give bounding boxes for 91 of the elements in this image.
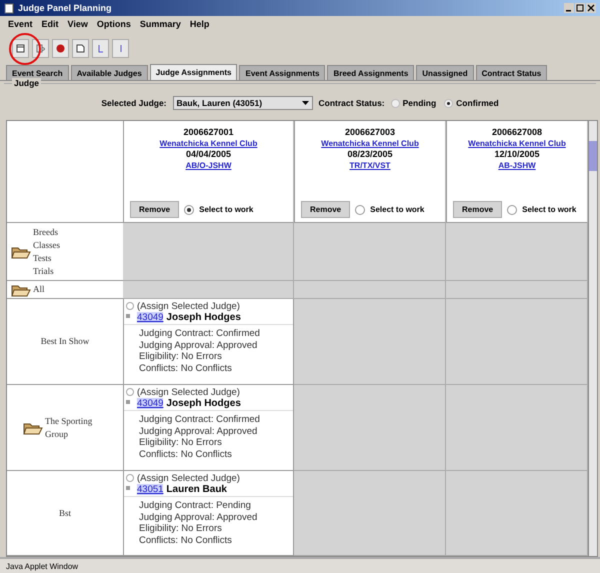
classes-link[interactable]: AB/O-JSHW [186,160,232,171]
detail-text: Eligibility: No Errors [139,523,223,534]
event-number: 2006627003 [344,127,396,138]
event-date: 04/04/2005 [186,149,232,160]
panel-title: Judge [12,78,42,88]
judge-id-link[interactable]: 43049 [137,312,164,323]
judge-id-link[interactable]: 43049 [137,398,164,409]
club-link[interactable]: Wenatchicka Kennel Club [321,138,419,149]
club-link[interactable]: Wenatchicka Kennel Club [468,138,566,149]
radio-button[interactable] [184,204,194,214]
folder-icon [11,244,31,258]
row-label: Best In Show [40,335,90,348]
detail-text: Eligibility: No Errors [139,437,223,448]
tab[interactable]: Event Search [6,65,69,80]
field-label: Selected Judge: [101,98,167,108]
detail-text: Judging Approval: Approved [139,512,258,523]
event-number: 2006627008 [492,127,542,138]
judge-id-link[interactable]: 43051 [137,484,164,495]
assign-label: (Assign Selected Judge) [137,387,241,398]
row-label: Bst [58,506,71,520]
tab[interactable]: Breed Assignments [327,65,414,80]
status-bar: Java Applet Window [0,557,600,573]
detail-text: Judging Approval: Approved [139,340,258,351]
menu-item[interactable]: Summary [140,19,181,29]
radio-button[interactable] [507,204,518,214]
caret-icon [302,101,309,105]
row-label: Tests [33,252,52,264]
record-icon[interactable] [52,38,69,58]
radio-label: Confirmed [456,98,499,108]
detail-text: Conflicts: No Conflicts [139,362,233,374]
radio-label: Select to work [522,205,576,214]
classes-link[interactable]: AB-JSHW [498,160,536,171]
radio-button[interactable] [126,302,134,310]
maximize-icon[interactable] [575,3,585,13]
radio-button[interactable] [355,204,366,214]
assign-label: (Assign Selected Judge) [137,301,241,312]
detail-text: Judging Contract: Confirmed [139,414,261,426]
detail-text: Judging Contract: Confirmed [139,328,261,340]
radio-button[interactable] [126,388,134,396]
event-number: 2006627001 [183,127,234,138]
remove-button[interactable]: Remove [130,201,180,218]
menu-item[interactable]: Help [190,19,210,29]
menu-item[interactable]: Event [8,19,33,29]
row-label: The Sporting Group [45,414,94,440]
menu-item[interactable]: Edit [42,19,59,29]
detail-text: Judging Approval: Approved [139,426,258,437]
row-label: Trials [33,264,55,278]
scrollbar[interactable] [588,121,597,556]
row-label: All [33,283,45,296]
radio-label: Pending [402,98,436,108]
radio-label: Select to work [199,205,254,214]
document-icon[interactable] [72,38,89,58]
tab[interactable]: Contract Status [476,65,548,80]
assign-label: (Assign Selected Judge) [137,473,240,484]
remove-button[interactable]: Remove [301,201,350,218]
remove-button[interactable]: Remove [453,201,502,218]
app-icon [4,2,14,14]
detail-text: Conflicts: No Conflicts [139,448,233,460]
classes-link[interactable]: TR/TX/VST [350,160,390,171]
event-date: 12/10/2005 [494,149,540,160]
window-icon[interactable] [12,38,29,58]
tab[interactable]: Judge Assignments [150,64,238,80]
event-date: 08/23/2005 [347,149,393,160]
radio-label: Select to work [370,205,424,214]
detail-text: Judging Contract: Pending [139,500,252,512]
row-label: Classes [33,238,60,252]
row-label: Breeds [33,226,59,238]
folder-icon [11,282,31,296]
detail-text: Eligibility: No Errors [139,351,223,362]
radio-button[interactable] [126,474,134,482]
tab[interactable]: Event Assignments [239,65,326,80]
menu-item[interactable]: View [68,19,88,29]
tab[interactable]: Unassigned [416,65,474,80]
window-title: Judge Panel Planning [18,3,112,13]
judge-name: Lauren Bauk [166,484,227,495]
club-link[interactable]: Wenatchicka Kennel Club [160,138,258,149]
close-icon[interactable] [586,3,596,13]
tab[interactable]: Available Judges [70,65,148,80]
judge-dropdown[interactable]: Bauk, Lauren (43051) [172,96,313,110]
radio-button[interactable] [390,98,400,108]
field-label: Contract Status: [318,98,385,108]
bracket-icon[interactable] [92,38,109,58]
menu-item[interactable]: Options [96,19,131,29]
judge-name: Joseph Hodges [166,398,241,409]
detail-text: Conflicts: No Conflicts [139,534,233,546]
judge-name: Joseph Hodges [166,312,241,323]
folder-icon [23,420,43,434]
bracket-icon[interactable] [112,38,129,58]
minimize-icon[interactable] [564,3,574,13]
radio-button[interactable] [444,98,454,108]
export-icon[interactable] [32,38,49,58]
